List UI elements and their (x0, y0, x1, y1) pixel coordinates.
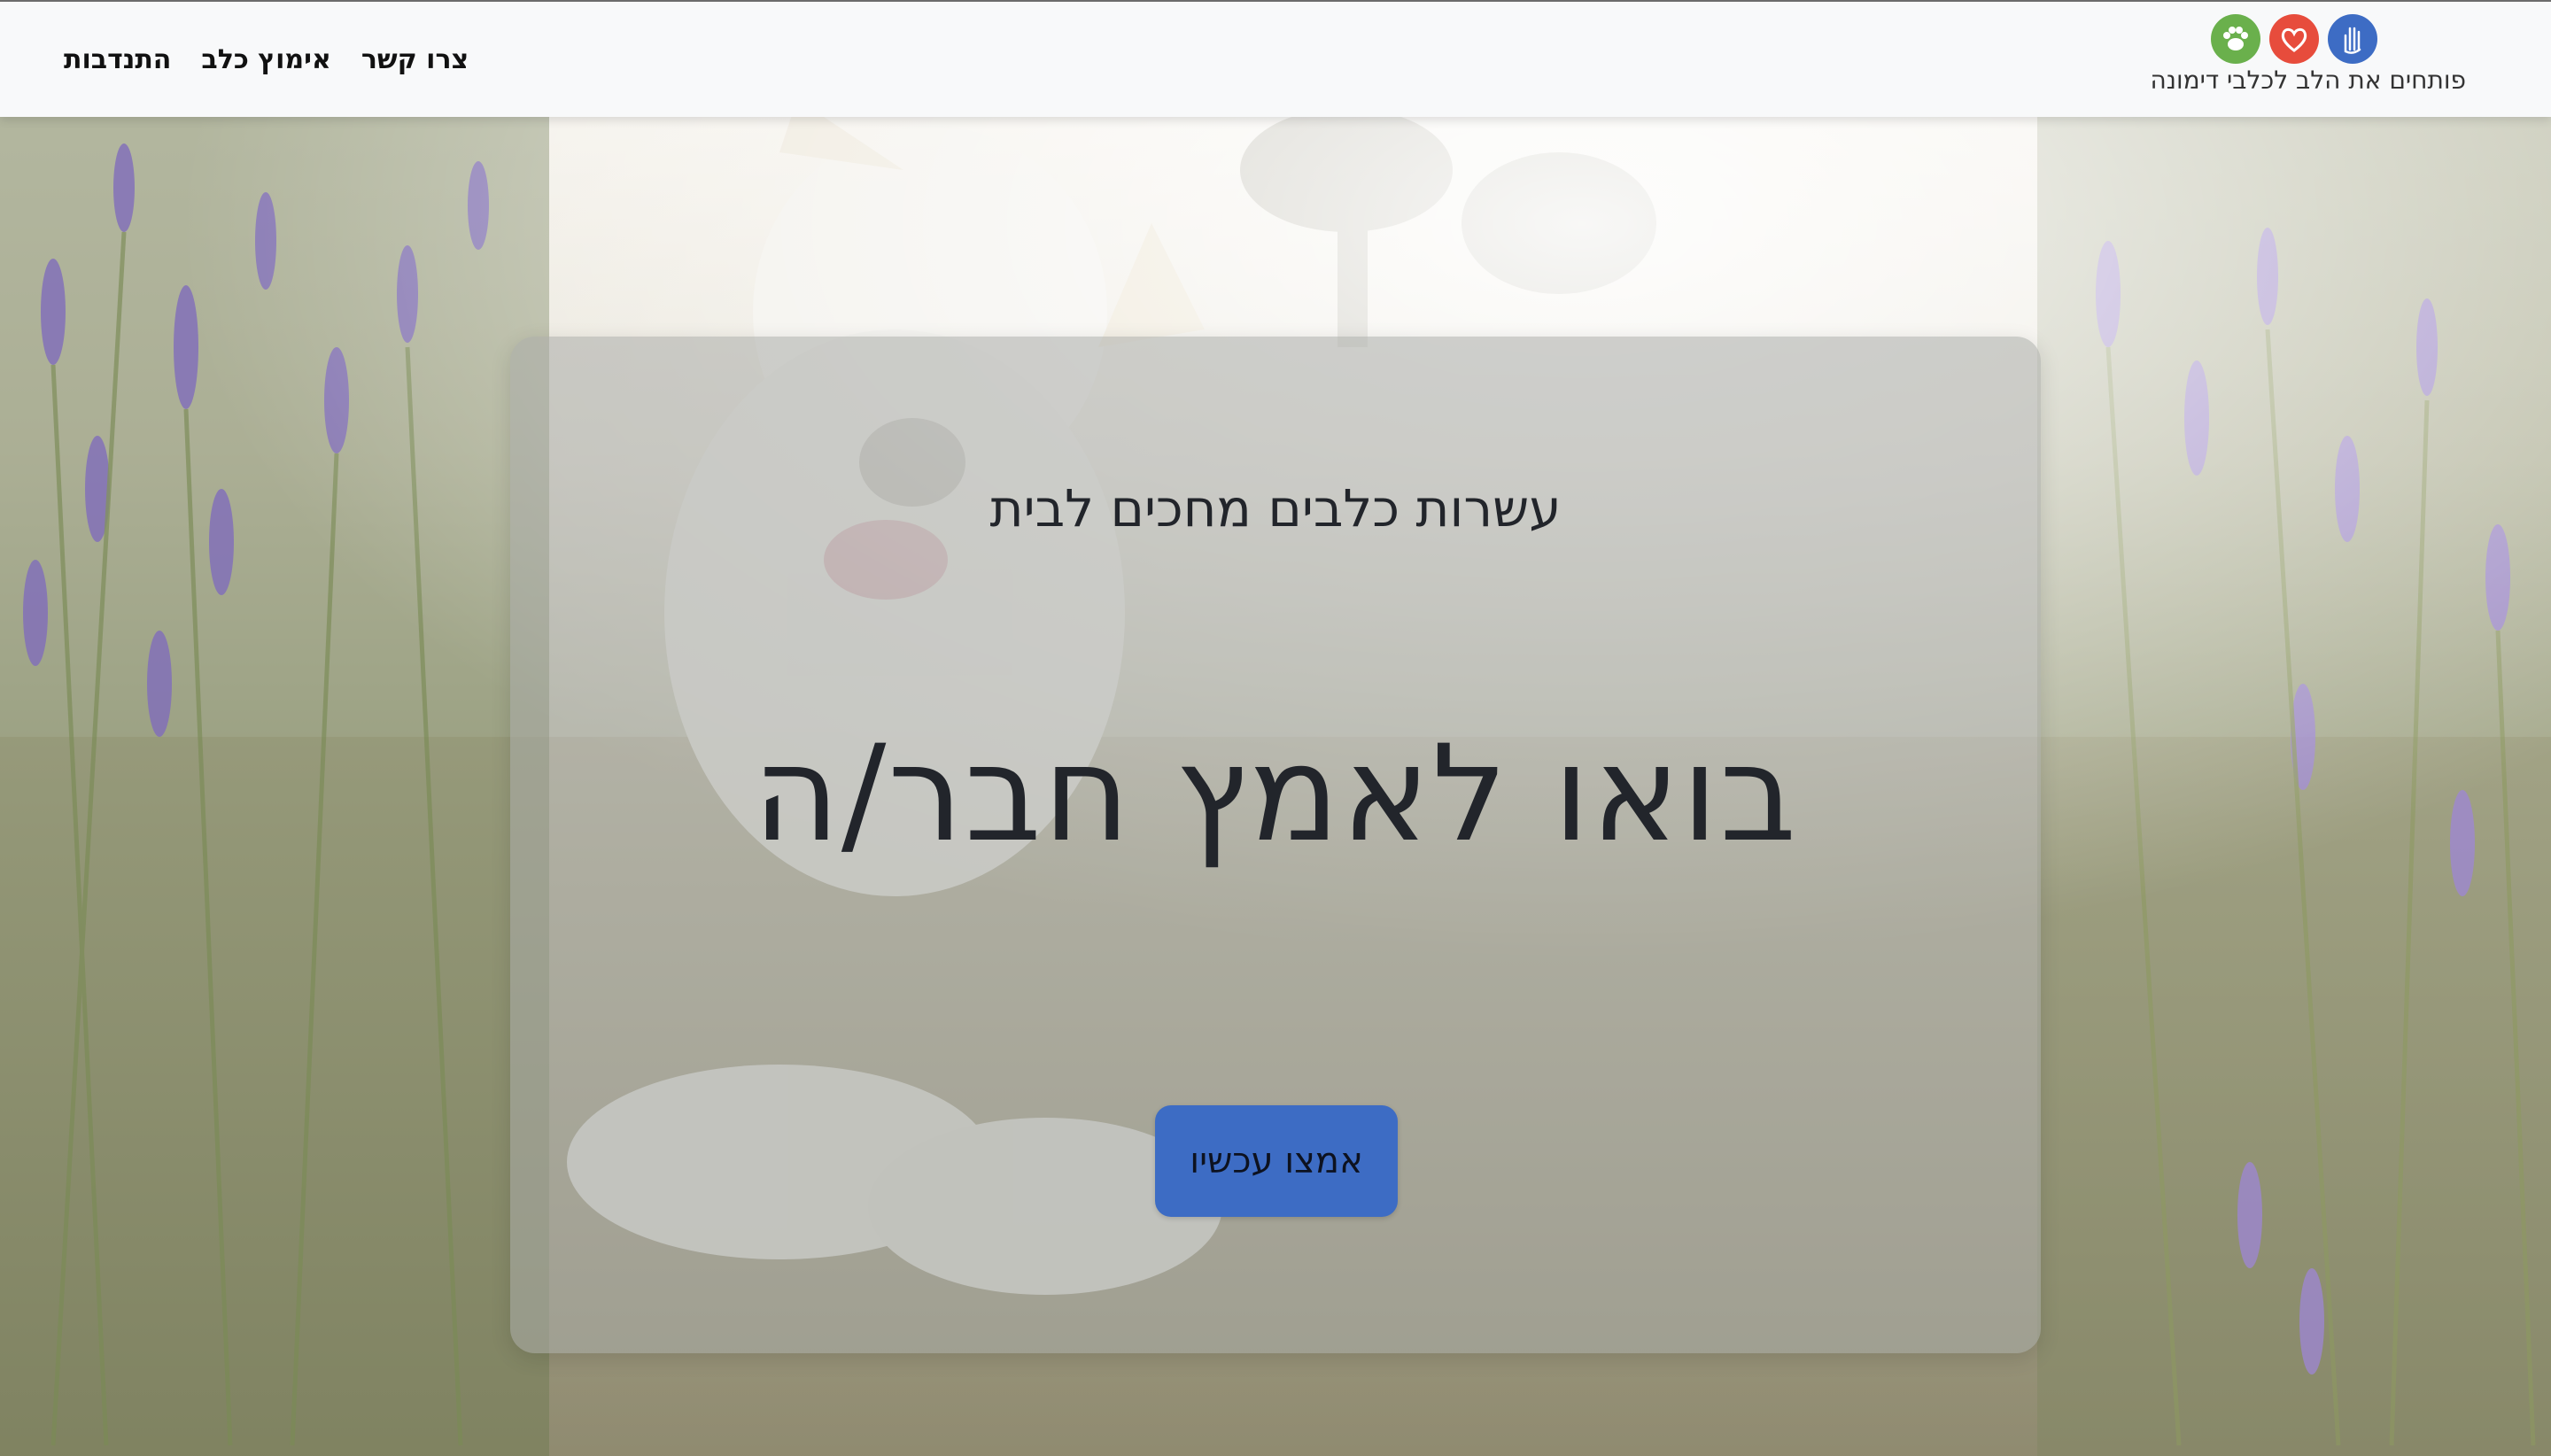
brand-logo[interactable]: פותחים את הלב לכלבי דימונה (2094, 14, 2466, 103)
hand-icon (2328, 14, 2377, 64)
nav-link-volunteer[interactable]: התנדבות (64, 44, 171, 75)
adopt-now-button[interactable]: אמצו עכשיו (1155, 1105, 1398, 1217)
brand-text: פותחים את הלב לכלבי דימונה (2150, 66, 2466, 95)
nav-link-contact[interactable]: צרו קשר (361, 44, 469, 75)
brand-icons (2211, 14, 2377, 64)
hero-subtitle: עשרות כלבים מחכים לבית (989, 478, 1562, 538)
nav-links: התנדבות אימוץ כלב צרו קשר (64, 44, 469, 75)
paw-icon (2211, 14, 2260, 64)
top-navbar: התנדבות אימוץ כלב צרו קשר פותחים את הלב … (0, 0, 2551, 117)
nav-link-adopt[interactable]: אימוץ כלב (201, 44, 330, 75)
page: התנדבות אימוץ כלב צרו קשר פותחים את הלב … (0, 0, 2551, 1456)
heart-icon (2269, 14, 2319, 64)
hero-title: בואו לאמץ חבר/ה (752, 717, 1799, 871)
hero-card: עשרות כלבים מחכים לבית בואו לאמץ חבר/ה א… (510, 337, 2041, 1353)
